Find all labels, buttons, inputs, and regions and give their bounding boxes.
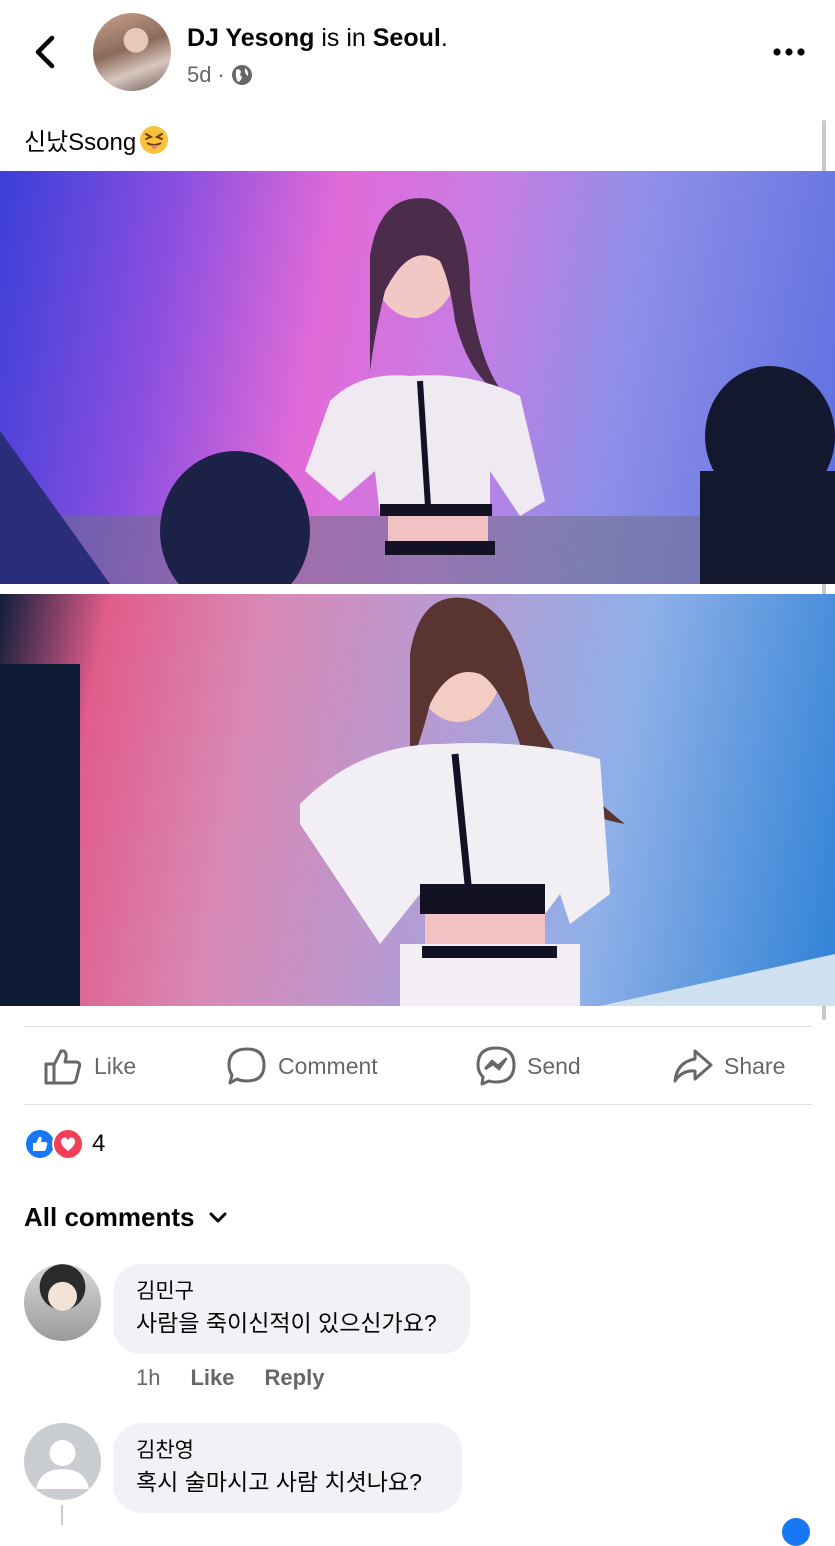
reactions-summary[interactable]: 4 xyxy=(24,1128,105,1160)
post-caption: 신났Ssong xyxy=(24,122,169,157)
comment-button[interactable]: Comment xyxy=(226,1043,378,1089)
comment-text: 사람을 죽이신적이 있으신가요? xyxy=(136,1310,437,1336)
comment-time: 1h xyxy=(136,1365,161,1390)
messenger-icon xyxy=(476,1046,516,1086)
blue-indicator xyxy=(782,1518,810,1546)
globe-icon xyxy=(231,65,252,85)
send-label: Send xyxy=(527,1052,581,1079)
commenter-name[interactable]: 김민구 xyxy=(136,1278,446,1306)
more-options-icon[interactable] xyxy=(770,40,810,64)
squinting-tongue-emoji-icon xyxy=(140,125,169,154)
default-profile-icon xyxy=(36,1440,89,1489)
photo-2-illustration xyxy=(0,597,835,1006)
commenter-name[interactable]: 김찬영 xyxy=(136,1437,438,1465)
caption-text: 신났Ssong xyxy=(24,129,137,156)
love-reaction-icon xyxy=(52,1128,84,1160)
send-button[interactable]: Send xyxy=(475,1043,581,1089)
comment-meta: 1h Like Reply xyxy=(136,1365,324,1391)
all-comments-label: All comments xyxy=(24,1202,195,1232)
post-header-title: DJ Yesong is in Seoul. xyxy=(187,24,448,53)
photo-1-illustration xyxy=(0,198,835,584)
divider xyxy=(24,1104,812,1105)
meta-separator: · xyxy=(217,62,225,87)
author-avatar[interactable] xyxy=(93,13,171,91)
comment-bubble[interactable]: 김찬영 혹시 술마시고 사람 치셧나요? xyxy=(113,1423,462,1513)
author-name[interactable]: DJ Yesong xyxy=(187,24,314,52)
like-button[interactable]: Like xyxy=(42,1043,136,1089)
comment-like-button[interactable]: Like xyxy=(190,1365,234,1391)
share-label: Share xyxy=(724,1052,786,1079)
back-arrow-icon[interactable] xyxy=(30,34,64,70)
comment-bubble-icon xyxy=(227,1047,266,1085)
post-photo-2[interactable] xyxy=(0,594,835,1006)
thumbs-up-icon xyxy=(44,1049,82,1085)
post-meta: 5d · xyxy=(187,62,253,88)
header-period: . xyxy=(440,24,448,52)
divider xyxy=(24,1026,812,1027)
share-button[interactable]: Share xyxy=(672,1043,785,1089)
all-comments-dropdown[interactable]: All comments xyxy=(24,1202,227,1233)
like-label: Like xyxy=(94,1052,137,1079)
reply-thread-line xyxy=(61,1505,63,1525)
chevron-down-icon xyxy=(209,1212,226,1222)
comment-reply-button[interactable]: Reply xyxy=(265,1365,325,1391)
reaction-count: 4 xyxy=(92,1130,106,1157)
post-time[interactable]: 5d xyxy=(187,62,211,88)
comment-bubble[interactable]: 김민구 사람을 죽이신적이 있으신가요? xyxy=(113,1264,470,1354)
comment-label: Comment xyxy=(278,1052,378,1079)
location-connector: is in xyxy=(321,24,366,52)
share-arrow-icon xyxy=(673,1049,713,1083)
commenter-avatar-default[interactable] xyxy=(24,1423,101,1500)
comment-text: 혹시 술마시고 사람 치셧나요? xyxy=(136,1469,422,1495)
location-name[interactable]: Seoul xyxy=(373,24,441,52)
commenter-avatar[interactable] xyxy=(24,1264,101,1341)
post-photo-1[interactable] xyxy=(0,171,835,584)
